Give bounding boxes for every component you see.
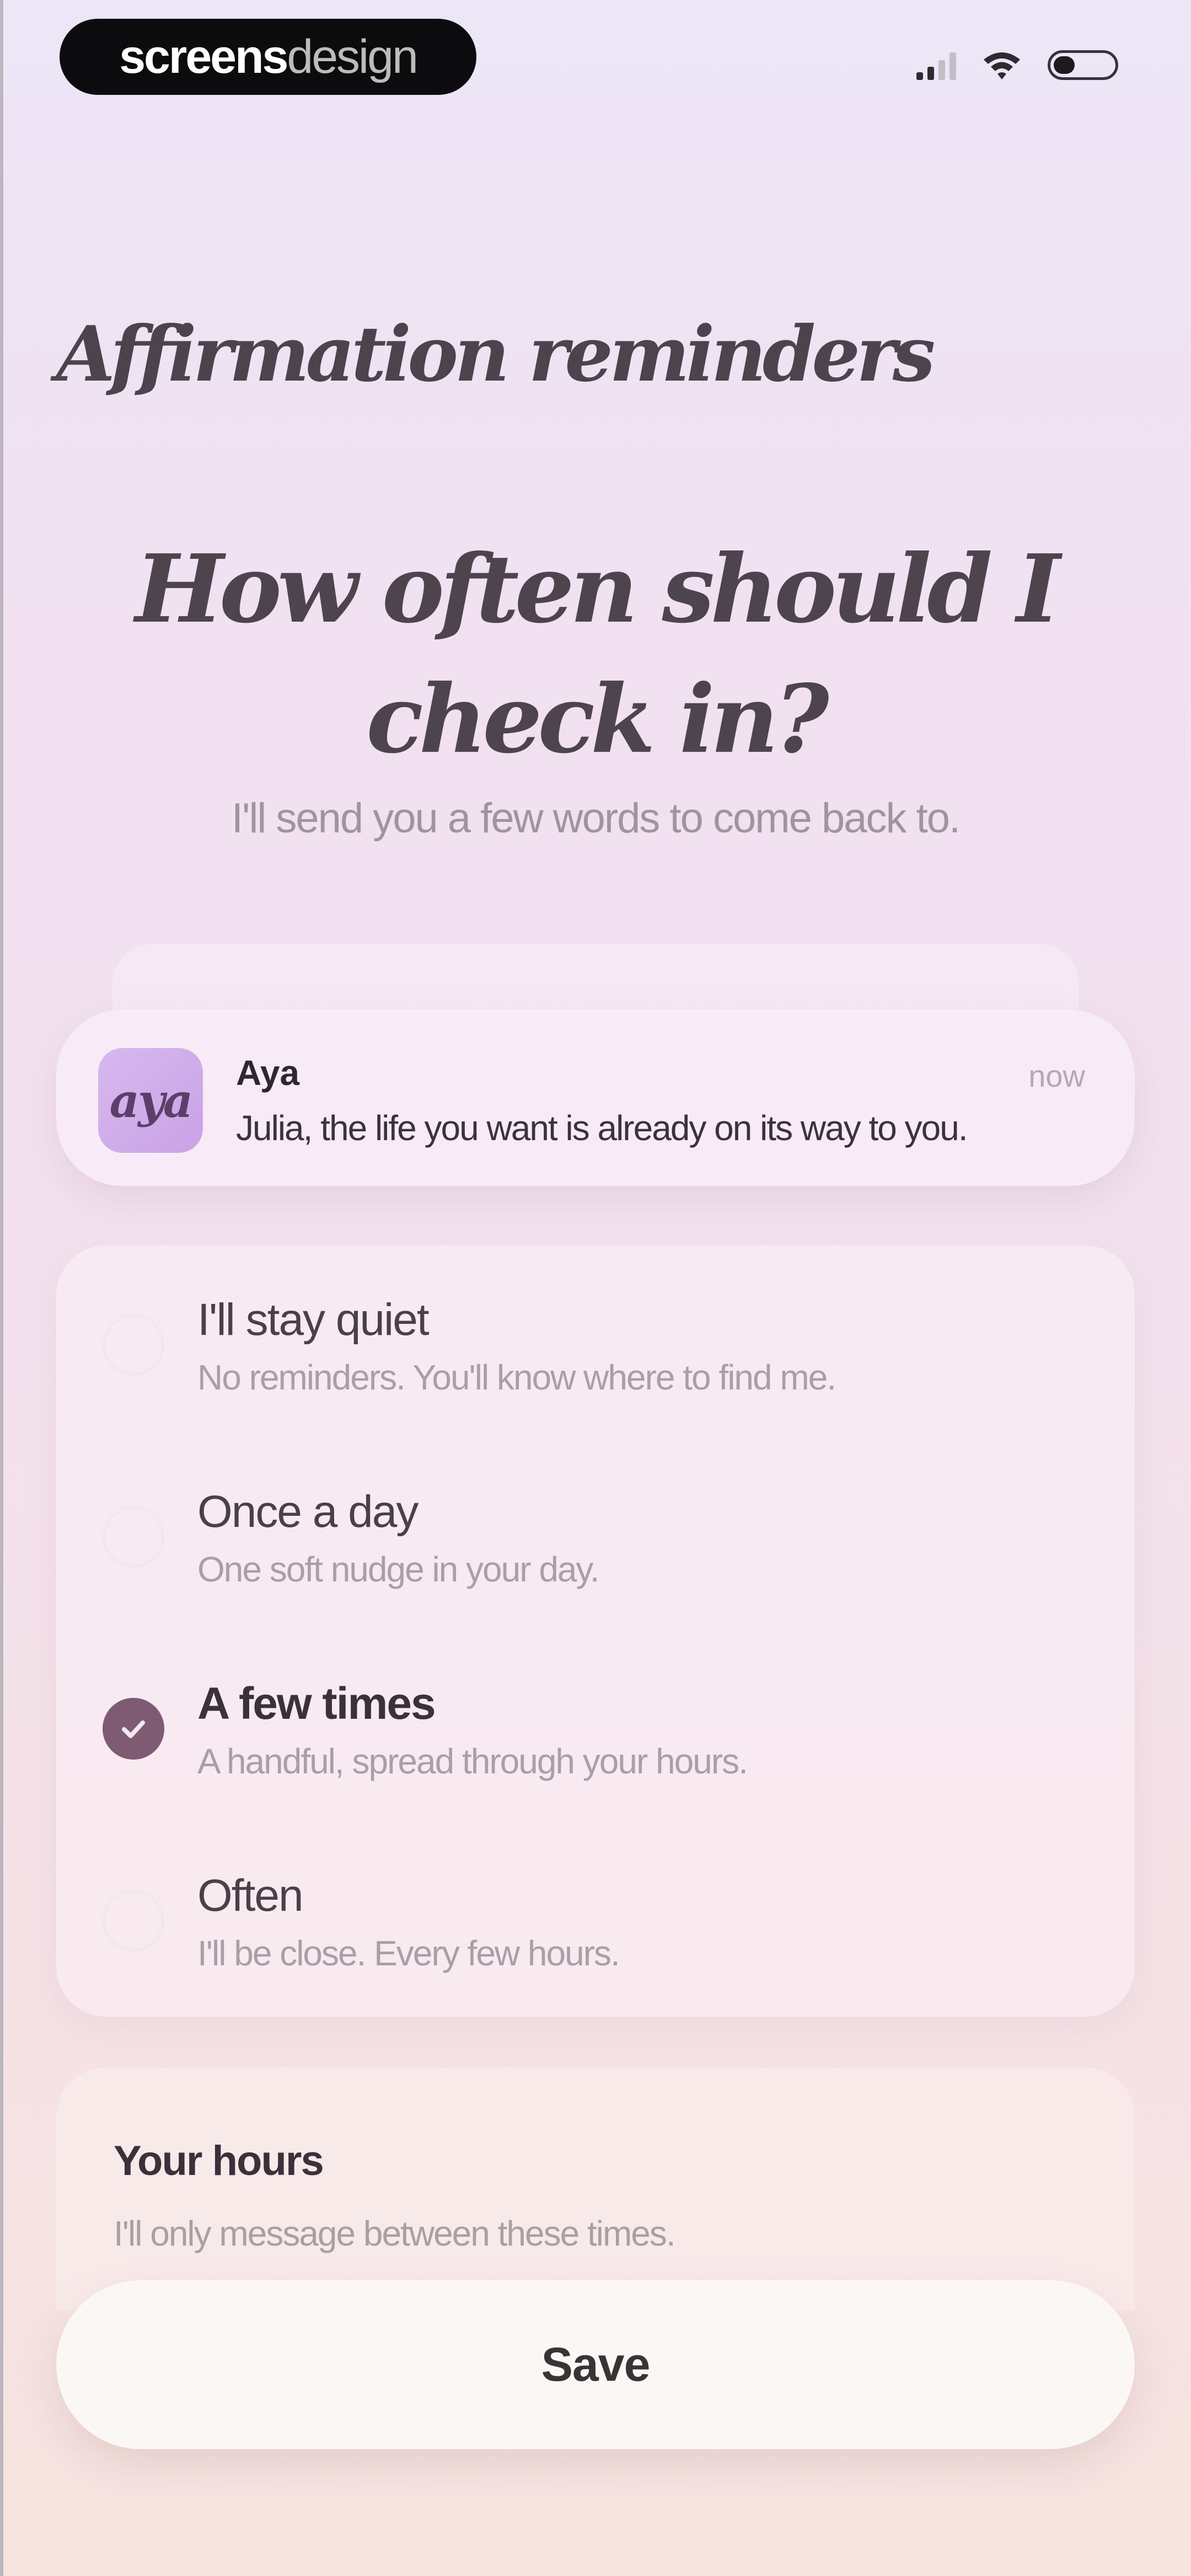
option-title: I'll stay quiet [197, 1295, 430, 1345]
option-a-few-times[interactable]: A few times A handful, spread through yo… [56, 1629, 1135, 1821]
option-description: One soft nudge in your day. [197, 1549, 600, 1589]
hours-description: I'll only message between these times. [114, 2214, 676, 2253]
radio-unchecked-icon[interactable] [103, 1314, 164, 1376]
save-button[interactable]: Save [56, 2280, 1135, 2449]
option-title: Once a day [197, 1487, 419, 1537]
option-title: Often [197, 1870, 304, 1921]
notification-app-name: Aya [236, 1053, 300, 1093]
brand-bold-text: screens [119, 30, 288, 83]
checkmark-icon [122, 1720, 145, 1738]
hours-card[interactable]: Your hours I'll only message between the… [56, 2067, 1135, 2310]
option-often[interactable]: Often I'll be close. Every few hours. [56, 1821, 1135, 2013]
device-frame-edge [0, 0, 3, 2576]
radio-unchecked-icon[interactable] [103, 1890, 164, 1952]
brand-light-text: design [287, 30, 418, 83]
wifi-icon [984, 52, 1020, 79]
option-stay-quiet[interactable]: I'll stay quiet No reminders. You'll kno… [56, 1246, 1135, 1437]
battery-icon [1048, 50, 1118, 80]
brand-watermark: screens design [60, 19, 476, 95]
radio-checked-icon[interactable] [103, 1698, 164, 1760]
option-description: A handful, spread through your hours. [197, 1741, 748, 1781]
option-title: A few times [197, 1679, 436, 1729]
notification-time: now [1028, 1059, 1085, 1093]
hours-title: Your hours [114, 2137, 324, 2184]
notification-message: Julia, the life you want is already on i… [236, 1108, 968, 1148]
signal-icon [916, 50, 956, 80]
page-title: Affirmation reminders [56, 309, 936, 399]
app-icon-text: aya [109, 1073, 194, 1128]
question-subtitle: I'll send you a few words to come back t… [231, 795, 961, 842]
notification-preview: aya Aya now Julia, the life you want is … [56, 1009, 1135, 1186]
app-icon: aya [98, 1048, 203, 1153]
option-description: No reminders. You'll know where to find … [197, 1358, 836, 1397]
option-once-a-day[interactable]: Once a day One soft nudge in your day. [56, 1437, 1135, 1629]
radio-unchecked-icon[interactable] [103, 1506, 164, 1568]
option-description: I'll be close. Every few hours. [197, 1933, 620, 1973]
frequency-options-card: I'll stay quiet No reminders. You'll kno… [56, 1246, 1135, 2017]
status-icons [916, 50, 1118, 81]
question-heading: How often should I check in? [135, 534, 1060, 774]
